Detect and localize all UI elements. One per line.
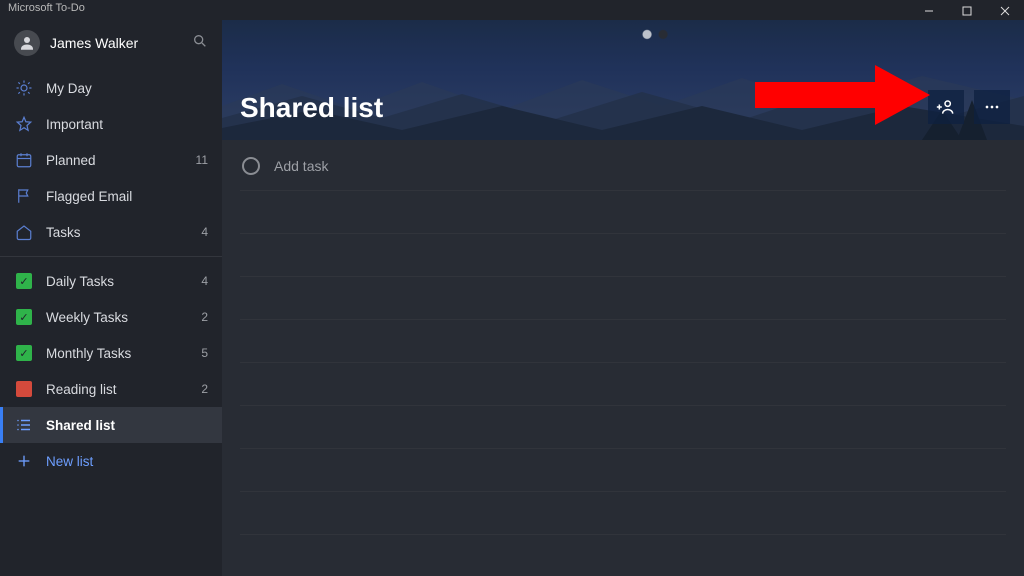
- star-icon: [14, 114, 34, 134]
- task-slot: [222, 363, 1024, 405]
- plus-icon: [14, 451, 34, 471]
- sidebar-item-label: Daily Tasks: [46, 274, 201, 289]
- user-row[interactable]: James Walker: [0, 20, 222, 70]
- checkbox-icon: ✓: [14, 271, 34, 291]
- share-button[interactable]: [928, 90, 964, 124]
- task-slot: [222, 492, 1024, 534]
- window-controls: [910, 2, 1024, 20]
- task-slot: [222, 320, 1024, 362]
- sidebar-item-label: Important: [46, 117, 208, 132]
- selected-indicator: [0, 407, 3, 443]
- maximize-button[interactable]: [948, 2, 986, 20]
- sidebar-item-flagged[interactable]: Flagged Email: [0, 178, 222, 214]
- home-icon: [14, 222, 34, 242]
- task-divider: [240, 534, 1006, 535]
- more-button[interactable]: [974, 90, 1010, 124]
- add-task-row[interactable]: [222, 144, 1024, 188]
- checkbox-icon: ✓: [14, 343, 34, 363]
- tasks-area: [222, 140, 1024, 576]
- sidebar-item-important[interactable]: Important: [0, 106, 222, 142]
- sidebar-item-shared-list[interactable]: Shared list: [0, 407, 222, 443]
- sidebar-item-count: 4: [201, 225, 208, 239]
- sidebar-item-count: 2: [201, 382, 208, 396]
- task-slot: [222, 406, 1024, 448]
- titlebar: Microsoft To-Do: [0, 0, 1024, 20]
- new-list-button[interactable]: New list: [0, 443, 222, 479]
- avatar: [14, 30, 40, 56]
- task-slot: [222, 234, 1024, 276]
- sidebar-item-weekly-tasks[interactable]: ✓ Weekly Tasks 2: [0, 299, 222, 335]
- sidebar-item-reading-list[interactable]: Reading list 2: [0, 371, 222, 407]
- sidebar-item-count: 2: [201, 310, 208, 324]
- task-slot: [222, 191, 1024, 233]
- page-title: Shared list: [240, 92, 383, 124]
- calendar-icon: [14, 150, 34, 170]
- flag-icon: [14, 186, 34, 206]
- search-icon[interactable]: [192, 33, 208, 54]
- sidebar-item-label: Shared list: [46, 418, 208, 433]
- checkbox-icon: ✓: [14, 307, 34, 327]
- checkbox-icon: [14, 379, 34, 399]
- circle-icon: [242, 157, 260, 175]
- sidebar-item-tasks[interactable]: Tasks 4: [0, 214, 222, 250]
- sidebar-item-count: 4: [201, 274, 208, 288]
- user-name: James Walker: [50, 35, 192, 51]
- add-person-icon: [936, 97, 956, 117]
- sidebar: James Walker My Day Important Planned: [0, 20, 222, 576]
- sidebar-item-label: Planned: [46, 153, 196, 168]
- list-icon: [14, 415, 34, 435]
- sidebar-item-planned[interactable]: Planned 11: [0, 142, 222, 178]
- hero-actions: [928, 90, 1010, 124]
- sidebar-item-label: Tasks: [46, 225, 201, 240]
- sidebar-item-daily-tasks[interactable]: ✓ Daily Tasks 4: [0, 263, 222, 299]
- close-button[interactable]: [986, 2, 1024, 20]
- ellipsis-icon: [982, 97, 1002, 117]
- sidebar-item-myday[interactable]: My Day: [0, 70, 222, 106]
- hero: Shared list: [222, 20, 1024, 140]
- task-slot: [222, 449, 1024, 491]
- sidebar-item-label: Monthly Tasks: [46, 346, 201, 361]
- minimize-button[interactable]: [910, 2, 948, 20]
- app-title: Microsoft To-Do: [8, 2, 85, 14]
- sidebar-item-count: 11: [196, 153, 208, 167]
- sidebar-item-label: Weekly Tasks: [46, 310, 201, 325]
- sidebar-item-label: Reading list: [46, 382, 201, 397]
- sidebar-item-monthly-tasks[interactable]: ✓ Monthly Tasks 5: [0, 335, 222, 371]
- add-task-input[interactable]: [274, 158, 1004, 174]
- sidebar-divider: [0, 256, 222, 257]
- sidebar-item-label: My Day: [46, 81, 208, 96]
- new-list-label: New list: [46, 454, 208, 469]
- sidebar-item-label: Flagged Email: [46, 189, 208, 204]
- sun-icon: [14, 78, 34, 98]
- task-slot: [222, 277, 1024, 319]
- main-panel: Shared list: [222, 20, 1024, 576]
- sidebar-item-count: 5: [201, 346, 208, 360]
